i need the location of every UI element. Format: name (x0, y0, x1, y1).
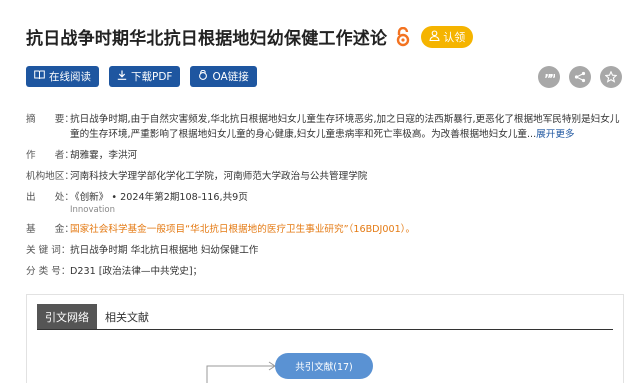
authors-label: 作 者： (26, 150, 74, 161)
institution-label: 机构地区： (26, 171, 74, 182)
quote-icon[interactable]: ” ” (538, 66, 560, 88)
tab-citation-network[interactable]: 引文网络 (37, 304, 97, 329)
institution-value[interactable]: 河南科技大学理学部化学化工学院，河南师范大学政治与公共管理学院 (70, 169, 626, 184)
expand-more-link[interactable]: 展开更多 (536, 129, 574, 140)
user-icon (429, 29, 443, 44)
share-icon[interactable] (569, 66, 591, 88)
read-online-label: 在线阅读 (49, 71, 91, 83)
source-value[interactable]: 《创新》 • 2024年第2期108-116,共9页 (70, 190, 626, 205)
tab-related-literature[interactable]: 相关文献 (97, 304, 157, 329)
metadata-list: 摘 要： 抗日战争时期,由于自然灾害频发,华北抗日根据地妇女儿童生存环境恶劣,加… (26, 112, 626, 285)
abstract-text-container: 抗日战争时期,由于自然灾害频发,华北抗日根据地妇女儿童生存环境恶劣,加之日寇的法… (70, 112, 626, 142)
read-online-button[interactable]: 在线阅读 (26, 66, 99, 87)
title-row: 抗日战争时期华北抗日根据地妇幼保健工作述论 认领 (26, 24, 474, 49)
keywords-value[interactable]: 抗日战争时期 华北抗日根据地 妇幼保健工作 (70, 243, 626, 258)
classification-label: 分 类 号： (26, 266, 71, 277)
page-title: 抗日战争时期华北抗日根据地妇幼保健工作述论 (26, 29, 388, 49)
fund-label: 基 金： (26, 224, 74, 235)
classification-value[interactable]: D231 [政治法律—中共党史]； (70, 264, 626, 279)
tool-icons: ” ” (529, 66, 622, 88)
claim-label: 认领 (443, 30, 466, 44)
abstract-row: 摘 要： 抗日战争时期,由于自然灾害频发,华北抗日根据地妇女儿童生存环境恶劣,加… (26, 112, 626, 142)
co-citation-node[interactable]: 共引文献(17) (275, 353, 373, 379)
citation-tabs: 引文网络 相关文献 (37, 304, 613, 330)
download-pdf-button[interactable]: 下载PDF (109, 66, 181, 87)
citation-graph: 共引文献(17) (27, 331, 625, 383)
authors-row: 作 者： 胡雅霎，李洪河 (26, 148, 626, 163)
keywords-label: 关 键 词： (26, 245, 71, 256)
open-access-icon (395, 26, 411, 47)
claim-button[interactable]: 认领 (421, 25, 474, 48)
source-row: 出 处： 《创新》 • 2024年第2期108-116,共9页 Innovati… (26, 190, 626, 216)
book-icon (34, 70, 49, 83)
download-icon (117, 70, 131, 83)
institution-row: 机构地区： 河南科技大学理学部化学化工学院，河南师范大学政治与公共管理学院 (26, 169, 626, 184)
oa-link-icon (198, 69, 212, 83)
fund-row: 基 金： 国家社会科学基金一般项目“华北抗日根据地的医疗卫生事业研究”（16BD… (26, 222, 626, 237)
keywords-row: 关 键 词： 抗日战争时期 华北抗日根据地 妇幼保健工作 (26, 243, 626, 258)
source-label: 出 处： (26, 192, 74, 203)
action-bar: 在线阅读 下载PDF OA链接 (26, 66, 267, 87)
classification-row: 分 类 号： D231 [政治法律—中共党史]； (26, 264, 626, 279)
fund-value[interactable]: 国家社会科学基金一般项目“华北抗日根据地的医疗卫生事业研究”（16BDJ001）… (70, 222, 626, 237)
star-icon[interactable] (600, 66, 622, 88)
oa-link-label: OA链接 (212, 71, 249, 83)
download-pdf-label: 下载PDF (131, 71, 173, 83)
source-container: 《创新》 • 2024年第2期108-116,共9页 Innovation (70, 190, 626, 216)
citation-panel: 引文网络 相关文献 共引文献(17) (26, 294, 624, 383)
source-subtitle: Innovation (70, 205, 116, 215)
svg-text:”: ” (549, 73, 555, 82)
authors-value[interactable]: 胡雅霎，李洪河 (70, 148, 626, 163)
abstract-label: 摘 要： (26, 114, 74, 125)
oa-link-button[interactable]: OA链接 (190, 66, 257, 87)
